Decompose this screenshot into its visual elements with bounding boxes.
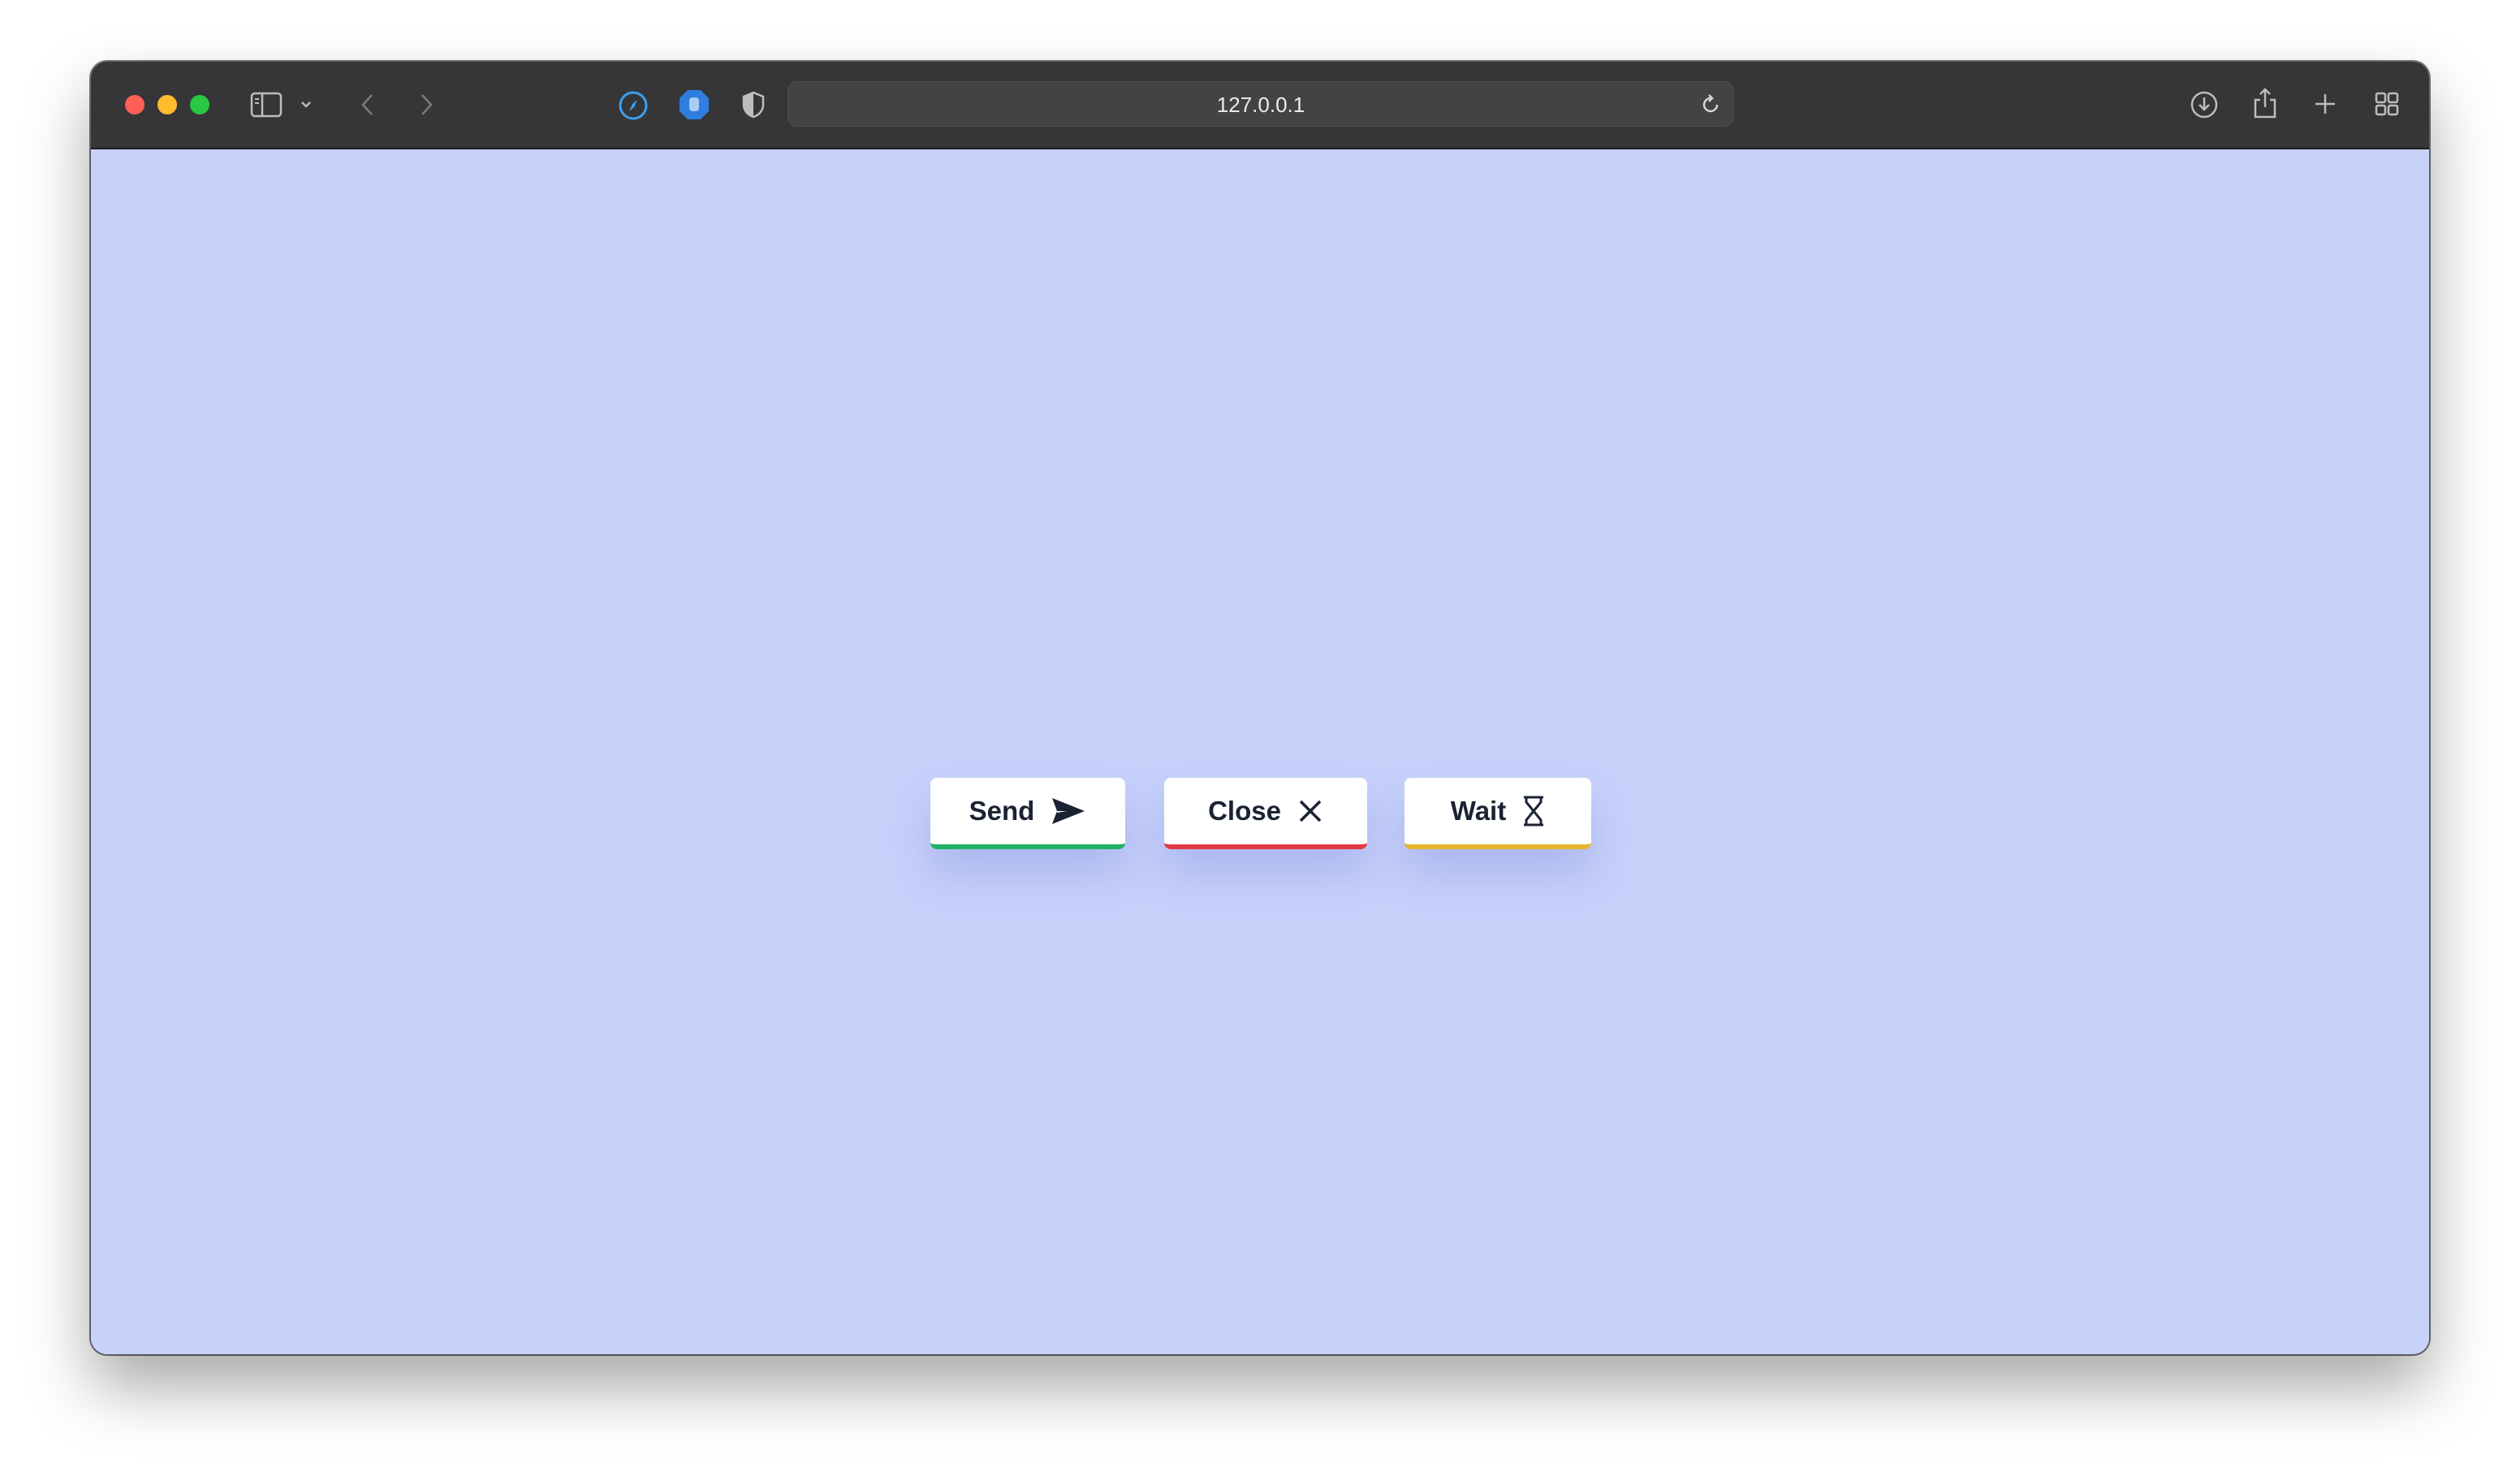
close-icon <box>1297 798 1323 824</box>
chevron-down-icon[interactable] <box>299 97 313 112</box>
new-tab-icon[interactable] <box>2311 89 2340 119</box>
hand-extension-icon[interactable] <box>677 88 711 122</box>
wait-button[interactable]: Wait <box>1405 778 1591 849</box>
back-icon[interactable] <box>356 91 380 119</box>
download-icon[interactable] <box>2189 89 2220 120</box>
url-text: 127.0.0.1 <box>1216 93 1305 117</box>
close-button-label: Close <box>1208 796 1281 826</box>
send-icon <box>1051 796 1086 826</box>
send-button[interactable]: Send <box>930 778 1125 849</box>
send-button-label: Send <box>969 796 1035 826</box>
forward-icon[interactable] <box>414 91 438 119</box>
reload-icon[interactable] <box>1699 93 1722 116</box>
close-button[interactable]: Close <box>1164 778 1367 849</box>
privacy-shield-icon[interactable] <box>739 89 768 120</box>
page-content: Send Close Wait <box>91 149 2429 1354</box>
address-bar[interactable]: 127.0.0.1 <box>788 81 1734 127</box>
sidebar-icon[interactable] <box>250 91 283 119</box>
compass-extension-icon[interactable] <box>617 89 649 122</box>
close-window-button[interactable] <box>125 95 145 114</box>
hourglass-icon <box>1522 795 1545 827</box>
browser-window: 127.0.0.1 Send Close Wait <box>91 62 2429 1354</box>
tab-overview-icon[interactable] <box>2372 89 2401 119</box>
minimize-window-button[interactable] <box>158 95 177 114</box>
zoom-window-button[interactable] <box>190 95 209 114</box>
share-icon[interactable] <box>2250 86 2280 120</box>
wait-button-label: Wait <box>1450 796 1507 826</box>
browser-toolbar: 127.0.0.1 <box>91 62 2429 149</box>
